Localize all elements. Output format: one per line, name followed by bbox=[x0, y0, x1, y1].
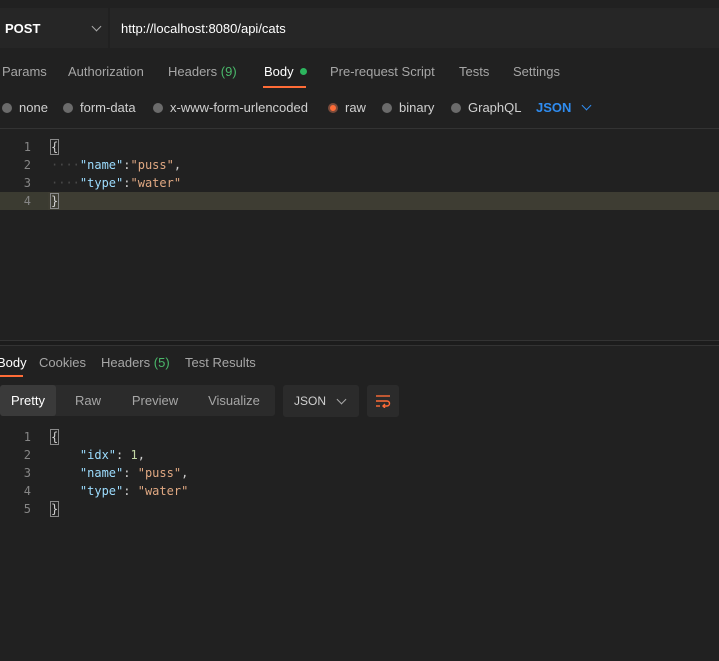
response-tabs: Body Cookies Headers (5) Test Results bbox=[0, 350, 719, 377]
radio-graphql[interactable]: GraphQL bbox=[451, 100, 521, 115]
response-headers-count: (5) bbox=[153, 355, 170, 370]
code-line: 2 "idx": 1, bbox=[23, 448, 145, 462]
tab-body[interactable]: Body bbox=[264, 64, 307, 79]
method-label: POST bbox=[5, 20, 41, 36]
radio-none[interactable]: none bbox=[2, 100, 48, 115]
tab-authorization[interactable]: Authorization bbox=[68, 64, 144, 79]
response-body-viewer[interactable]: 1 { 2 "idx": 1, 3 "name": "puss", 4 "typ… bbox=[0, 428, 719, 548]
response-tab-cookies[interactable]: Cookies bbox=[39, 355, 86, 370]
radio-icon bbox=[451, 102, 461, 113]
request-body-editor[interactable]: 1 { 2 ····"name":"puss", 3 ····"type":"w… bbox=[0, 138, 719, 338]
tab-headers[interactable]: Headers (9) bbox=[168, 64, 237, 79]
active-tab-indicator bbox=[263, 86, 306, 88]
pane-resize-handle[interactable] bbox=[0, 340, 719, 346]
code-line: 1 { bbox=[23, 139, 60, 155]
divider bbox=[0, 128, 719, 129]
chevron-down-icon bbox=[581, 100, 592, 111]
chevron-down-icon bbox=[336, 394, 347, 404]
radio-x-www-form-urlencoded[interactable]: x-www-form-urlencoded bbox=[153, 100, 308, 115]
radio-icon bbox=[382, 102, 392, 113]
method-select[interactable]: POST bbox=[0, 8, 108, 48]
code-line: 4 "type": "water" bbox=[23, 484, 189, 498]
radio-binary[interactable]: binary bbox=[382, 100, 434, 115]
radio-selected-icon bbox=[328, 102, 338, 113]
response-tab-body[interactable]: Body bbox=[0, 355, 27, 370]
active-tab-indicator bbox=[0, 375, 23, 377]
tab-pre-request-script[interactable]: Pre-request Script bbox=[330, 64, 435, 79]
tab-settings[interactable]: Settings bbox=[513, 64, 560, 79]
tab-tests[interactable]: Tests bbox=[459, 64, 489, 79]
radio-form-data[interactable]: form-data bbox=[63, 100, 136, 115]
modified-dot-icon bbox=[299, 68, 307, 75]
wrap-lines-icon bbox=[376, 395, 391, 408]
wrap-lines-button[interactable] bbox=[367, 385, 399, 417]
code-line: 3 ····"type":"water" bbox=[23, 176, 182, 190]
radio-icon bbox=[63, 102, 73, 113]
view-visualize-button[interactable]: Visualize bbox=[194, 385, 274, 416]
radio-icon bbox=[2, 102, 12, 113]
code-line: 5 } bbox=[23, 501, 60, 517]
radio-icon bbox=[153, 102, 163, 113]
request-bar: POST http://localhost:8080/api/cats bbox=[0, 8, 719, 48]
view-pretty-button[interactable]: Pretty bbox=[0, 385, 56, 416]
view-raw-button[interactable]: Raw bbox=[58, 385, 118, 416]
code-line: 2 ····"name":"puss", bbox=[23, 158, 182, 172]
response-format-select[interactable]: JSON bbox=[283, 385, 359, 417]
radio-raw[interactable]: raw bbox=[328, 100, 366, 115]
postman-window: POST http://localhost:8080/api/cats Para… bbox=[0, 0, 719, 661]
response-tab-test-results[interactable]: Test Results bbox=[185, 355, 256, 370]
chevron-down-icon bbox=[91, 21, 102, 31]
url-text: http://localhost:8080/api/cats bbox=[121, 20, 286, 36]
response-tab-headers[interactable]: Headers (5) bbox=[101, 355, 170, 370]
body-format-select[interactable]: JSON bbox=[536, 100, 592, 115]
body-type-options: none form-data x-www-form-urlencoded raw… bbox=[0, 96, 719, 120]
url-input[interactable]: http://localhost:8080/api/cats bbox=[110, 8, 719, 48]
tab-params[interactable]: Params bbox=[2, 64, 47, 79]
response-view-toggle: Pretty Raw Preview Visualize bbox=[0, 385, 275, 416]
request-tabs: Params Authorization Headers (9) Body Pr… bbox=[0, 56, 719, 90]
code-line: 1 { bbox=[23, 429, 60, 445]
code-line: 3 "name": "puss", bbox=[23, 466, 189, 480]
code-line-active: 4 } bbox=[0, 192, 719, 210]
headers-count: (9) bbox=[220, 64, 237, 79]
view-preview-button[interactable]: Preview bbox=[120, 385, 190, 416]
